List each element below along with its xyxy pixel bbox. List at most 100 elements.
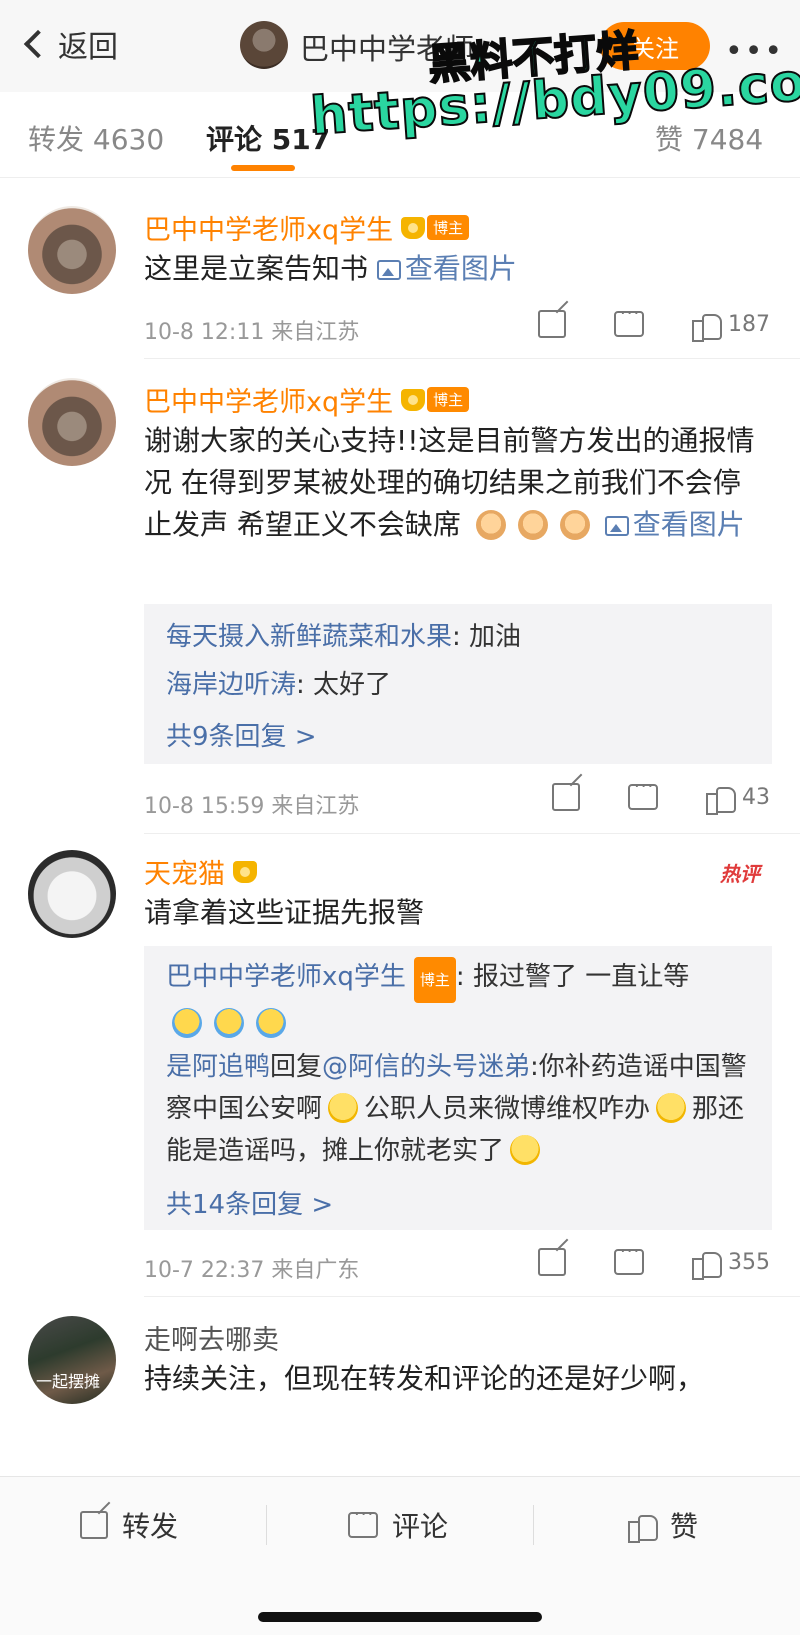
smile-emoji-icon [656,1093,687,1123]
comment-icon [348,1504,378,1538]
fist-emoji-icon [475,510,506,540]
fist-emoji-icon [559,510,590,540]
badge-label: 博主 [427,387,470,412]
author-avatar[interactable] [240,21,288,69]
like-count: 355 [728,1249,770,1275]
avatar[interactable]: 一起摆摊 [28,1316,116,1404]
like-button[interactable]: 43 [706,783,770,815]
view-pic-label: 查看图片 [404,252,517,285]
top-nav-bar: 返回 巴中中学老师 关注 ••• [0,0,800,92]
author-name: 巴中中学老师xq学生 [144,387,394,418]
more-options-icon[interactable]: ••• [725,34,784,69]
comment-text: 持续关注，但现在转发和评论的还是好少啊， [144,1362,705,1395]
page-title: 巴中中学老师 [300,32,475,66]
reply-author[interactable]: 巴中中学老师xq学生 [166,962,406,992]
chevron-left-icon [23,29,53,59]
view-picture-link[interactable]: 查看图片 [376,252,517,285]
reply-icon[interactable] [628,776,658,810]
mention-link[interactable]: @阿信的头号迷弟 [322,1052,530,1082]
comment-meta: 10-8 15:59 来自江苏 [144,794,360,819]
thumbs-up-icon [692,1248,722,1280]
share-icon[interactable] [552,783,580,811]
comment-item: 天宠猫 热评 请拿着这些证据先报警 巴中中学老师xq学生 博主: 报过警了 一直让… [0,850,800,1300]
comment-item: 巴中中学老师xq学生 博主 谢谢大家的关心支持!!这是目前警方发出的通报情况 在… [0,378,800,838]
reply-preview-box[interactable]: 巴中中学老师xq学生 博主: 报过警了 一直让等 是阿追鸭回复@阿信的头号迷弟:你… [144,946,772,1230]
reply-item: 每天摄入新鲜蔬菜和水果: 加油 [166,616,756,658]
back-button[interactable]: 返回 [20,22,118,66]
comment-text: 请拿着这些证据先报警 [144,896,425,929]
comment-meta: 10-8 12:11 来自江苏 [144,320,360,345]
divider [533,1505,534,1545]
crown-icon [233,860,257,883]
avatar[interactable] [28,850,116,938]
tab-repost[interactable]: 转发 4630 [28,118,164,158]
blogger-badge: 博主 [413,957,456,1003]
comment-author[interactable]: 巴中中学老师xq学生 博主 [144,380,470,419]
picture-icon [376,260,401,280]
reply-preview-box[interactable]: 每天摄入新鲜蔬菜和水果: 加油 海岸边听涛: 太好了 共9条回复 > [144,604,772,764]
avatar[interactable] [28,378,116,466]
badge-label: 博主 [427,215,470,240]
crying-emoji-icon [256,1008,286,1038]
blogger-badge: 博主 [401,215,470,240]
divider [266,1505,267,1545]
like-label: 赞 [670,1510,699,1543]
member-badge [233,860,259,883]
comment-actions: 187 [538,303,770,342]
comment-text: 这里是立案告知书 查看图片 [144,248,764,290]
comment-label: 评论 [392,1510,449,1543]
badge-label: 博主 [413,957,456,1003]
repost-button[interactable]: 转发 [80,1505,178,1545]
comment-item: 巴中中学老师xq学生 博主 这里是立案告知书 查看图片 10-8 12:11 来… [0,206,800,361]
comment-body: 这里是立案告知书 [144,252,369,285]
thumbs-up-icon [706,783,736,815]
share-icon[interactable] [538,1248,566,1276]
comment-item: 一起摆摊 走啊去哪卖 持续关注，但现在转发和评论的还是好少啊， [0,1316,800,1476]
active-tab-indicator [231,165,295,171]
reply-author[interactable]: 是阿追鸭 [166,1052,270,1082]
author-name: 走啊去哪卖 [144,1325,279,1356]
view-picture-link[interactable]: 查看图片 [604,508,745,541]
share-icon[interactable] [538,310,566,338]
home-indicator[interactable] [258,1612,542,1622]
comment-meta: 10-7 22:37 来自广东 [144,1258,360,1283]
like-count: 187 [728,311,770,337]
tab-comments[interactable]: 评论 517 [206,118,330,158]
view-all-replies-link[interactable]: 共14条回复 > [166,1184,333,1221]
reply-author[interactable]: 海岸边听涛 [166,670,296,700]
author-name: 天宠猫 [144,859,225,890]
like-button[interactable]: 355 [692,1248,770,1280]
comment-author[interactable]: 巴中中学老师xq学生 博主 [144,208,470,247]
comment-button[interactable]: 评论 [348,1504,449,1545]
smile-emoji-icon [328,1093,359,1123]
reply-item: 巴中中学老师xq学生 博主: 报过警了 一直让等 [166,956,756,1045]
reply-icon[interactable] [614,303,644,337]
view-all-replies-link[interactable]: 共9条回复 > [166,716,317,753]
reply-item: 海岸边听涛: 太好了 [166,664,756,706]
tab-likes[interactable]: 赞 7484 [655,118,763,158]
comment-author[interactable]: 天宠猫 [144,852,259,891]
divider [144,833,800,834]
picture-icon [604,516,629,536]
reply-content-2: 公职人员来微博维权咋办 [364,1094,651,1124]
comment-list[interactable]: 巴中中学老师xq学生 博主 这里是立案告知书 查看图片 10-8 12:11 来… [0,178,800,1476]
reply-author[interactable]: 每天摄入新鲜蔬菜和水果 [166,622,452,652]
reply-icon[interactable] [614,1241,644,1275]
avatar[interactable] [28,206,116,294]
like-button[interactable]: 187 [692,310,770,342]
tab-bar: 转发 4630 评论 517 赞 7484 [0,92,800,178]
repost-label: 转发 [122,1510,179,1543]
divider [144,358,800,359]
back-label: 返回 [58,30,118,65]
avatar-caption: 一起摆摊 [36,1372,101,1391]
like-post-button[interactable]: 赞 [628,1505,698,1545]
reply-content: : 太好了 [296,670,392,700]
follow-button[interactable]: 关注 [600,22,710,70]
reply-content: : 报过警了 一直让等 [455,962,690,992]
crying-emoji-icon [172,1008,202,1038]
crown-icon [401,388,426,411]
like-count: 43 [742,784,770,810]
reply-mid: 回复 [270,1052,323,1082]
crown-icon [401,216,426,239]
comment-author[interactable]: 走啊去哪卖 [144,1318,279,1357]
